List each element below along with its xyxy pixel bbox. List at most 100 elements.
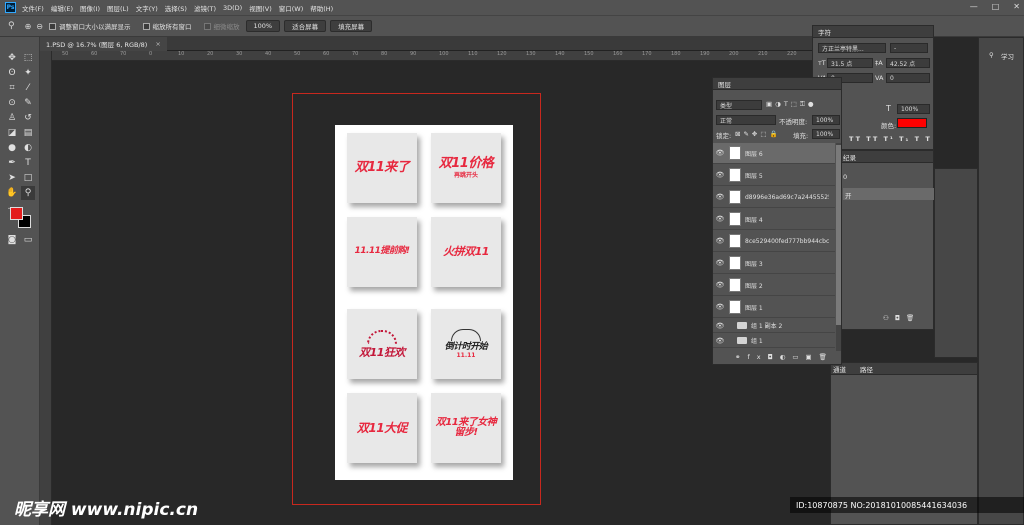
fill-screen-button[interactable]: 填充屏幕 [330, 20, 373, 32]
eyedropper-icon[interactable]: ⁄ [21, 81, 35, 95]
menu-layer[interactable]: 图层(L) [107, 3, 129, 13]
path-selection-icon[interactable]: ➤ [5, 171, 19, 185]
eraser-icon[interactable]: ◪ [5, 126, 19, 140]
visibility-eye-icon[interactable]: 👁 [713, 215, 727, 223]
lock-icons[interactable]: ⊠✎✥⬚🔒 [735, 130, 781, 138]
layer-name[interactable]: 图层 3 [745, 259, 829, 268]
visibility-eye-icon[interactable]: 👁 [713, 171, 727, 179]
logo-card[interactable]: 倒计时开始 11.11 [431, 309, 501, 379]
group-row[interactable]: 👁 组 1 [713, 334, 835, 348]
logo-card[interactable]: 11.11提前购! [347, 217, 417, 287]
visibility-eye-icon[interactable]: 👁 [713, 281, 727, 289]
move-tool-icon[interactable]: ✥ [5, 51, 19, 65]
crop-tool-icon[interactable]: ⌗ [5, 81, 19, 95]
history-item[interactable]: 开 [845, 190, 852, 200]
visibility-eye-icon[interactable]: 👁 [713, 149, 727, 157]
visibility-eye-icon[interactable]: 👁 [713, 303, 727, 311]
layer-row[interactable]: 👁 d8996e36ad69c7a24455525... [713, 187, 835, 208]
zoom-tool-icon[interactable]: ⚲ [8, 21, 15, 31]
layer-actions-bar[interactable]: ⚭fx◘◐▭▣🗑 [735, 353, 834, 361]
layer-name[interactable]: d8996e36ad69c7a24455525... [745, 194, 829, 201]
menu-filter[interactable]: 滤镜(T) [194, 3, 216, 13]
logo-card[interactable]: 双11大促 [347, 393, 417, 463]
gradient-tool-icon[interactable]: ▤ [21, 126, 35, 140]
minimize-icon[interactable]: — [970, 2, 978, 11]
logo-card[interactable]: 火拼双11 [431, 217, 501, 287]
zoom-100-button[interactable]: 100% [245, 20, 281, 32]
visibility-eye-icon[interactable]: 👁 [713, 337, 727, 345]
font-size-field[interactable]: 31.5 点 [827, 58, 873, 68]
scrollbar-thumb[interactable] [836, 145, 841, 325]
zoom-tool-icon[interactable]: ⚲ [21, 186, 35, 200]
layer-row[interactable]: 👁 图层 5 [713, 165, 835, 186]
dodge-tool-icon[interactable]: ◐ [21, 141, 35, 155]
menu-window[interactable]: 窗口(W) [279, 3, 304, 13]
lasso-tool-icon[interactable]: ʘ [5, 66, 19, 80]
layer-name[interactable]: 8ce529400fed777bb944cbc0... [745, 238, 829, 245]
text-style-buttons[interactable]: TT TT T¹ T₁ T T [849, 135, 932, 143]
visibility-eye-icon[interactable]: 👁 [713, 193, 727, 201]
menu-edit[interactable]: 编辑(E) [51, 3, 73, 13]
group-row[interactable]: 👁 组 1 副本 2 [713, 319, 835, 333]
menu-help[interactable]: 帮助(H) [310, 3, 333, 13]
history-brush-icon[interactable]: ↺ [21, 111, 35, 125]
close-icon[interactable]: ✕ [1013, 2, 1020, 11]
hand-tool-icon[interactable]: ✋ [5, 186, 19, 200]
brush-tool-icon[interactable]: ✎ [21, 96, 35, 110]
menu-file[interactable]: 文件(F) [22, 3, 44, 13]
artboard-tool-icon[interactable]: ⬚ [21, 51, 35, 65]
layer-row[interactable]: 👁 图层 4 [713, 209, 835, 230]
layers-scrollbar[interactable] [836, 143, 841, 351]
layer-name[interactable]: 图层 5 [745, 171, 829, 180]
layer-name[interactable]: 图层 1 [745, 303, 829, 312]
document-tab[interactable]: 1.PSD @ 16.7% (图层 6, RGB/8) × [40, 37, 167, 51]
resize-window-checkbox[interactable] [49, 22, 56, 30]
menu-view[interactable]: 视图(V) [249, 3, 272, 13]
tab-paths[interactable]: 路径 [860, 364, 873, 374]
quick-mask-icon[interactable]: ◙ [5, 233, 19, 247]
menu-select[interactable]: 选择(S) [165, 3, 187, 13]
menu-image[interactable]: 图像(I) [80, 3, 100, 13]
group-name[interactable]: 组 1 副本 2 [751, 321, 835, 330]
learn-label[interactable]: 学习 [1001, 51, 1014, 61]
leading-field[interactable]: 42.52 点 [886, 58, 930, 68]
zoom-in-icon[interactable]: ⊕ [25, 22, 32, 31]
layer-name[interactable]: 图层 6 [745, 149, 829, 158]
group-name[interactable]: 组 1 [751, 336, 835, 345]
logo-card[interactable]: 双11狂欢 [347, 309, 417, 379]
foreground-color-swatch[interactable] [10, 207, 23, 220]
pen-tool-icon[interactable]: ✒ [5, 156, 19, 170]
opacity-field[interactable]: 100% [812, 115, 840, 125]
visibility-eye-icon[interactable]: 👁 [713, 259, 727, 267]
history-item-selected[interactable] [843, 188, 935, 200]
layer-row[interactable]: 👁 图层 6 [713, 143, 835, 164]
horizontal-scale-field[interactable]: 100% [897, 104, 930, 114]
layer-row[interactable]: 👁 图层 3 [713, 253, 835, 274]
tracking-field[interactable]: 0 [886, 73, 930, 83]
zoom-all-checkbox[interactable] [142, 22, 150, 30]
layer-filter-select[interactable]: 类型 [716, 100, 762, 110]
close-tab-icon[interactable]: × [155, 40, 160, 48]
menu-type[interactable]: 文字(Y) [136, 3, 158, 13]
layer-filter-icons[interactable]: ▣◑T⬚⚿● [766, 100, 817, 109]
layer-row[interactable]: 👁 图层 1 [713, 297, 835, 318]
document-page[interactable]: 双11来了 双11价格 再跳开头 11.11提前购! 火拼双11 双11狂欢 倒… [335, 125, 513, 480]
layer-name[interactable]: 图层 4 [745, 215, 829, 224]
layer-row[interactable]: 👁 8ce529400fed777bb944cbc0... [713, 231, 835, 252]
visibility-eye-icon[interactable]: 👁 [713, 237, 727, 245]
type-tool-icon[interactable]: T [21, 156, 35, 170]
screen-mode-icon[interactable]: ▭ [21, 233, 35, 247]
history-actions[interactable]: ⚇◘🗑 [883, 314, 920, 322]
history-item[interactable]: 0 [843, 173, 847, 181]
magic-wand-icon[interactable]: ✦ [21, 66, 35, 80]
blend-mode-select[interactable]: 正常 [716, 115, 776, 125]
layer-row[interactable]: 👁 图层 2 [713, 275, 835, 296]
layer-name[interactable]: 图层 2 [745, 281, 829, 290]
logo-card[interactable]: 双11来了 [347, 133, 417, 203]
tab-channels[interactable]: 通道 [833, 364, 846, 374]
font-style-select[interactable]: - [890, 43, 928, 53]
menu-3d[interactable]: 3D(D) [223, 4, 242, 12]
fit-screen-button[interactable]: 适合屏幕 [284, 20, 327, 32]
healing-brush-icon[interactable]: ⊙ [5, 96, 19, 110]
logo-card[interactable]: 双11价格 再跳开头 [431, 133, 501, 203]
